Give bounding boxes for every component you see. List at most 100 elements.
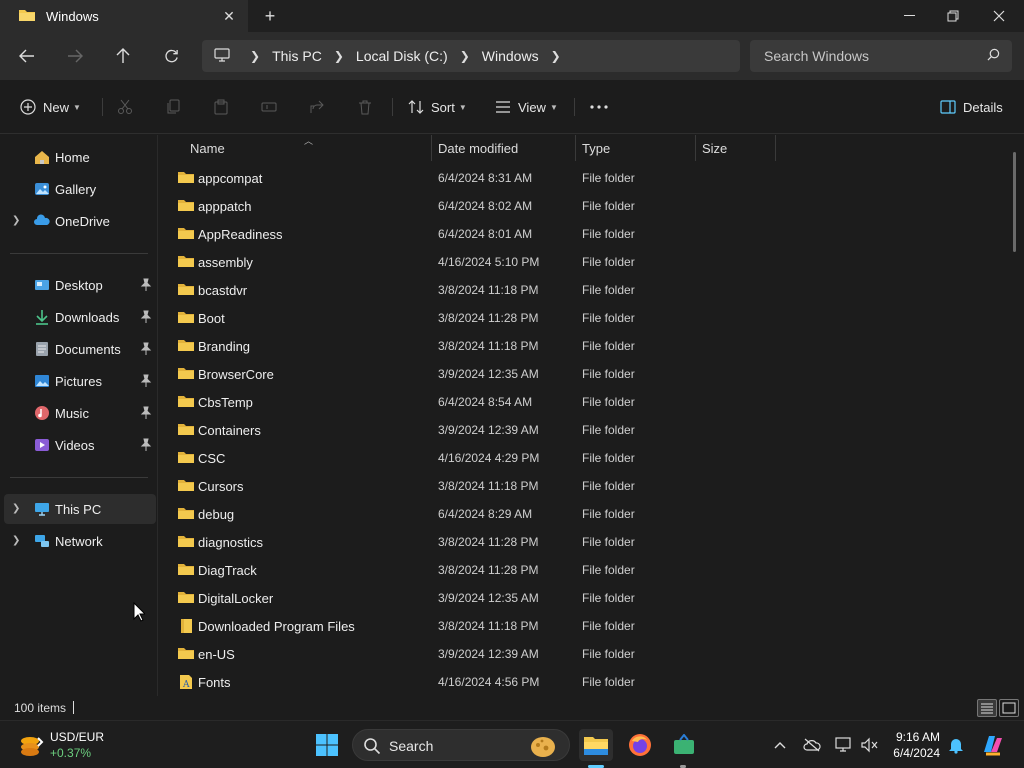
firefox-taskbar-button[interactable] [623, 729, 657, 761]
file-explorer-taskbar-button[interactable] [579, 729, 613, 761]
column-header-date[interactable]: Date modified [438, 135, 518, 161]
chevron-right-icon[interactable]: ❯ [250, 49, 260, 63]
sidebar-item-desktop[interactable]: Desktop [4, 270, 156, 300]
notification-bell-icon[interactable] [946, 735, 966, 755]
close-button[interactable] [976, 0, 1022, 32]
refresh-button[interactable] [157, 42, 185, 70]
delete-icon[interactable] [355, 97, 375, 117]
search-icon[interactable] [987, 48, 1000, 64]
details-button[interactable]: Details [940, 94, 1007, 120]
cloud-offline-icon[interactable] [802, 735, 822, 755]
chevron-right-icon[interactable]: ❯ [551, 49, 561, 63]
app-taskbar-button[interactable] [667, 729, 701, 761]
cut-icon[interactable] [115, 97, 135, 117]
pin-icon[interactable] [140, 278, 152, 292]
sidebar-item-home[interactable]: Home [4, 142, 156, 172]
table-row[interactable]: en-US 3/9/2024 12:39 AM File folder [160, 640, 1010, 668]
breadcrumb-this-pc[interactable]: This PC [272, 48, 322, 64]
column-resize-handle[interactable] [575, 135, 576, 161]
table-row[interactable]: CbsTemp 6/4/2024 8:54 AM File folder [160, 388, 1010, 416]
sidebar-item-this-pc[interactable]: ❯ This PC [4, 494, 156, 524]
network-status-icon[interactable] [834, 735, 854, 755]
table-row[interactable]: Branding 3/8/2024 11:18 PM File folder [160, 332, 1010, 360]
table-row[interactable]: diagnostics 3/8/2024 11:28 PM File folder [160, 528, 1010, 556]
tab-close-icon[interactable]: ✕ [218, 6, 240, 26]
sidebar-item-documents[interactable]: Documents [4, 334, 156, 364]
table-row[interactable]: debug 6/4/2024 8:29 AM File folder [160, 500, 1010, 528]
forward-button[interactable] [61, 42, 89, 70]
copy-icon[interactable] [163, 97, 183, 117]
search-box[interactable]: Search Windows [750, 40, 1012, 72]
table-row[interactable]: appcompat 6/4/2024 8:31 AM File folder [160, 164, 1010, 192]
column-resize-handle[interactable] [695, 135, 696, 161]
table-row[interactable]: assembly 4/16/2024 5:10 PM File folder [160, 248, 1010, 276]
sidebar-item-gallery[interactable]: Gallery [4, 174, 156, 204]
table-row[interactable]: Cursors 3/8/2024 11:18 PM File folder [160, 472, 1010, 500]
clock-date[interactable]: 6/4/2024 [893, 746, 940, 760]
chevron-right-icon[interactable]: ❯ [12, 503, 20, 514]
chevron-right-icon[interactable]: ❯ [12, 215, 20, 226]
address-bar[interactable]: ❯ This PC ❯ Local Disk (C:) ❯ Windows ❯ [202, 40, 740, 72]
pin-icon[interactable] [140, 374, 152, 388]
chevron-right-icon[interactable]: ❯ [460, 49, 470, 63]
column-resize-handle[interactable] [431, 135, 432, 161]
table-row[interactable]: CSC 4/16/2024 4:29 PM File folder [160, 444, 1010, 472]
sidebar-item-network[interactable]: ❯ Network [4, 526, 156, 556]
table-row[interactable]: DiagTrack 3/8/2024 11:28 PM File folder [160, 556, 1010, 584]
new-tab-button[interactable]: + [258, 5, 282, 27]
tab-windows[interactable]: Windows ✕ [0, 0, 248, 32]
currency-widget-icon[interactable] [18, 733, 44, 760]
table-row[interactable]: DigitalLocker 3/9/2024 12:35 AM File folde… [160, 584, 1010, 612]
table-row[interactable]: Boot 3/8/2024 11:28 PM File folder [160, 304, 1010, 332]
taskbar-search[interactable]: Search [352, 729, 570, 761]
column-resize-handle[interactable] [775, 135, 776, 161]
up-button[interactable] [109, 42, 137, 70]
start-button[interactable] [310, 729, 344, 761]
view-button[interactable]: View ▼ [495, 94, 558, 120]
column-headers: ︿ Name Date modified Type Size [160, 135, 1010, 161]
search-input[interactable]: Search Windows [764, 48, 987, 64]
paste-icon[interactable] [211, 97, 231, 117]
scrollbar[interactable] [1013, 152, 1016, 252]
details-view-button[interactable] [977, 699, 997, 717]
copilot-icon[interactable] [980, 732, 1006, 758]
table-row[interactable]: Downloaded Program Files 3/8/2024 11:18 P… [160, 612, 1010, 640]
table-row[interactable]: apppatch 6/4/2024 8:02 AM File folder [160, 192, 1010, 220]
clock-time[interactable]: 9:16 AM [896, 730, 940, 744]
sidebar-item-label: Home [55, 150, 90, 165]
table-row[interactable]: Containers 3/9/2024 12:39 AM File folder [160, 416, 1010, 444]
minimize-button[interactable] [886, 0, 932, 32]
column-header-type[interactable]: Type [582, 135, 610, 161]
pin-icon[interactable] [140, 406, 152, 420]
chevron-right-icon[interactable]: ❯ [334, 49, 344, 63]
sidebar-item-videos[interactable]: Videos [4, 430, 156, 460]
breadcrumb-local-disk[interactable]: Local Disk (C:) [356, 48, 448, 64]
back-button[interactable] [13, 42, 41, 70]
pin-icon[interactable] [140, 342, 152, 356]
pin-icon[interactable] [140, 438, 152, 452]
restore-button[interactable] [930, 0, 976, 32]
sidebar-item-onedrive[interactable]: ❯ OneDrive [4, 206, 156, 236]
sidebar-item-music[interactable]: Music [4, 398, 156, 428]
volume-muted-icon[interactable] [860, 735, 880, 755]
table-row[interactable]: bcastdvr 3/8/2024 11:18 PM File folder [160, 276, 1010, 304]
sidebar-item-pictures[interactable]: Pictures [4, 366, 156, 396]
widget-value[interactable]: +0.37% [50, 746, 91, 760]
rename-icon[interactable] [259, 97, 279, 117]
breadcrumb-windows[interactable]: Windows [482, 48, 539, 64]
sidebar-item-downloads[interactable]: Downloads [4, 302, 156, 332]
chevron-right-icon[interactable]: ❯ [12, 535, 20, 546]
share-icon[interactable] [307, 97, 327, 117]
sort-button[interactable]: Sort ▼ [408, 94, 467, 120]
widget-title[interactable]: USD/EUR [50, 730, 104, 744]
more-options-button[interactable] [590, 94, 608, 120]
table-row[interactable]: A Fonts 4/16/2024 4:56 PM File folder [160, 668, 1010, 696]
tiles-view-button[interactable] [999, 699, 1019, 717]
table-row[interactable]: AppReadiness 6/4/2024 8:01 AM File folder [160, 220, 1010, 248]
column-header-name[interactable]: Name [190, 135, 225, 161]
table-row[interactable]: BrowserCore 3/9/2024 12:35 AM File folder [160, 360, 1010, 388]
new-button[interactable]: New ▼ [20, 94, 81, 120]
pin-icon[interactable] [140, 310, 152, 324]
column-header-size[interactable]: Size [702, 135, 727, 161]
chevron-up-icon[interactable] [770, 735, 790, 755]
